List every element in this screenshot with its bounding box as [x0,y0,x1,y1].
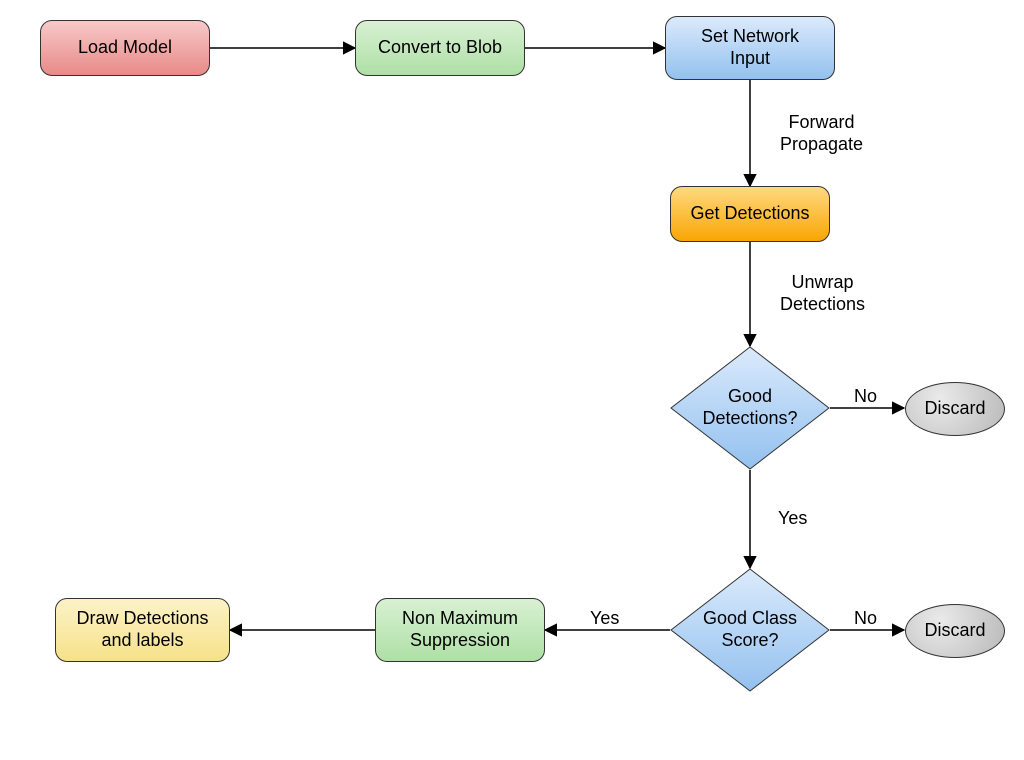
node-label: Load Model [78,37,172,59]
node-discard-class: Discard [905,604,1005,658]
node-convert-to-blob: Convert to Blob [355,20,525,76]
node-load-model: Load Model [40,20,210,76]
edge-label-unwrap-detections: Unwrap Detections [780,272,865,315]
decision-good-detections: Good Detections? [670,346,830,470]
edge-label-no-detections: No [854,386,877,408]
edge-label-no-class: No [854,608,877,630]
edge-label-line: Detections [780,294,865,316]
node-discard-detections: Discard [905,382,1005,436]
node-label-line: Non Maximum [402,608,518,630]
node-label-line: Suppression [402,630,518,652]
edge-label-line: Propagate [780,134,863,156]
node-label-line: and labels [76,630,208,652]
node-label-line: Input [701,48,799,70]
node-label-line: Set Network [701,26,799,48]
node-label-line: Good [702,386,797,408]
node-label: Get Detections [690,203,809,225]
node-non-maximum-suppression: Non Maximum Suppression [375,598,545,662]
node-label-line: Detections? [702,408,797,430]
edge-label-yes-class: Yes [590,608,619,630]
edge-label-forward-propagate: Forward Propagate [780,112,863,155]
flowchart-canvas: Load Model Convert to Blob Set Network I… [0,0,1024,760]
node-label-line: Good Class [703,608,797,630]
node-draw-detections: Draw Detections and labels [55,598,230,662]
edge-label-line: Unwrap [780,272,865,294]
node-label: Convert to Blob [378,37,502,59]
edge-label-yes-detections: Yes [778,508,807,530]
node-set-network-input: Set Network Input [665,16,835,80]
node-label: Discard [924,620,985,642]
node-get-detections: Get Detections [670,186,830,242]
edge-label-line: Forward [780,112,863,134]
node-label-line: Draw Detections [76,608,208,630]
node-label-line: Score? [703,630,797,652]
node-label: Discard [924,398,985,420]
decision-good-class-score: Good Class Score? [670,568,830,692]
